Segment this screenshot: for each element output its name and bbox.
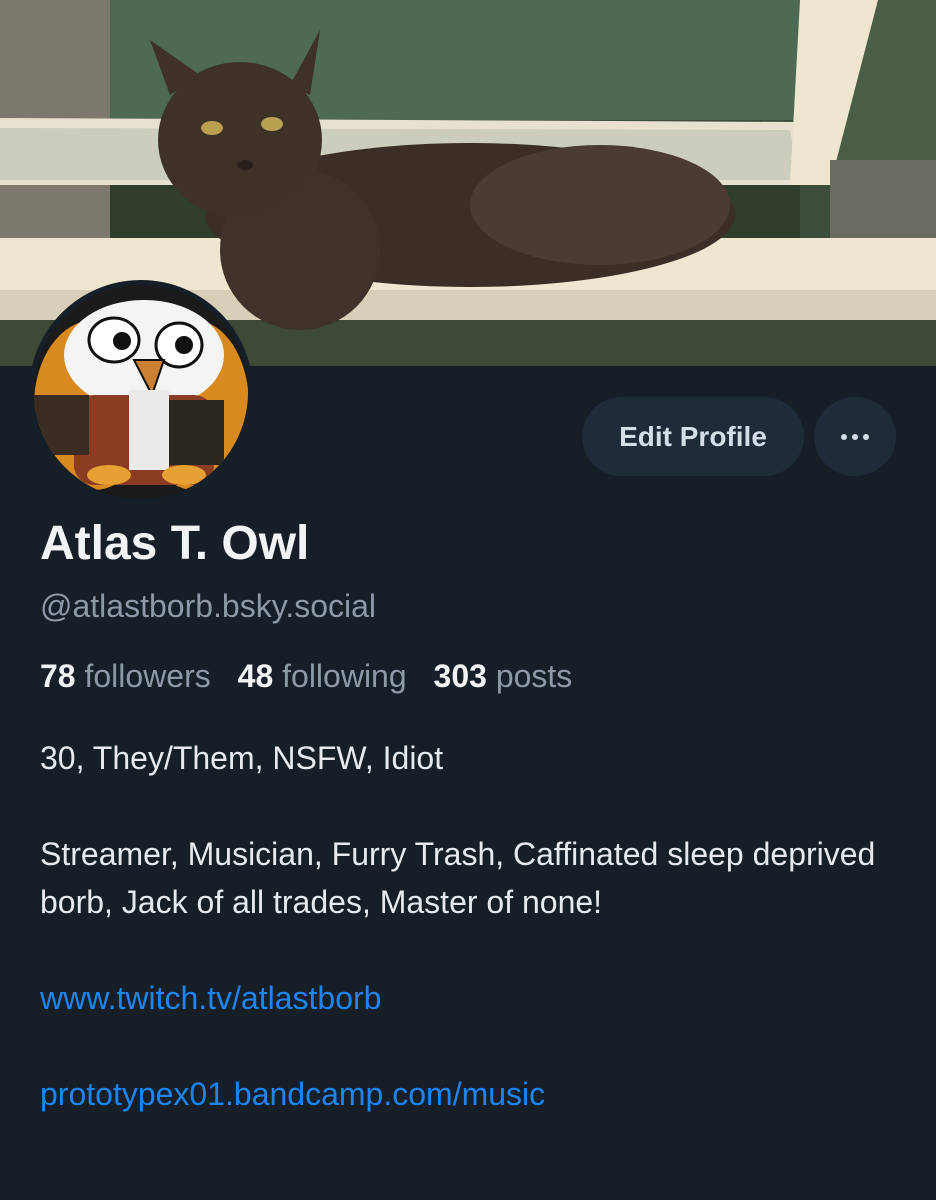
followers-label: followers [84, 658, 211, 694]
owl-avatar-image [34, 285, 248, 499]
followers-count: 78 [40, 658, 76, 694]
profile-stats: 78 followers 48 following 303 posts [40, 658, 590, 695]
avatar[interactable] [29, 280, 253, 504]
posts-label: posts [495, 658, 573, 694]
posts-count: 303 [433, 658, 487, 694]
following-count: 48 [237, 658, 274, 694]
twitch-link[interactable]: www.twitch.tv/atlastborb [40, 980, 381, 1016]
following-label: following [282, 658, 407, 694]
bio-line: 30, They/Them, NSFW, Idiot [40, 740, 444, 776]
edit-profile-button[interactable]: Edit Profile [582, 397, 804, 476]
posts-stat: 303 posts [434, 658, 573, 694]
profile-handle: @atlastborb.bsky.social [40, 588, 377, 624]
bio-line: Streamer, Musician, Furry Trash, Caffina… [40, 836, 876, 920]
ellipsis-icon [841, 433, 869, 440]
display-name: Atlas T. Owl [40, 517, 310, 570]
more-options-button[interactable] [814, 397, 896, 476]
bandcamp-link[interactable]: prototypex01.bandcamp.com/music [40, 1076, 545, 1112]
following-stat[interactable]: 48 following [238, 658, 407, 694]
followers-stat[interactable]: 78 followers [40, 658, 211, 694]
profile-bio: 30, They/Them, NSFW, Idiot Streamer, Mus… [40, 734, 900, 1118]
